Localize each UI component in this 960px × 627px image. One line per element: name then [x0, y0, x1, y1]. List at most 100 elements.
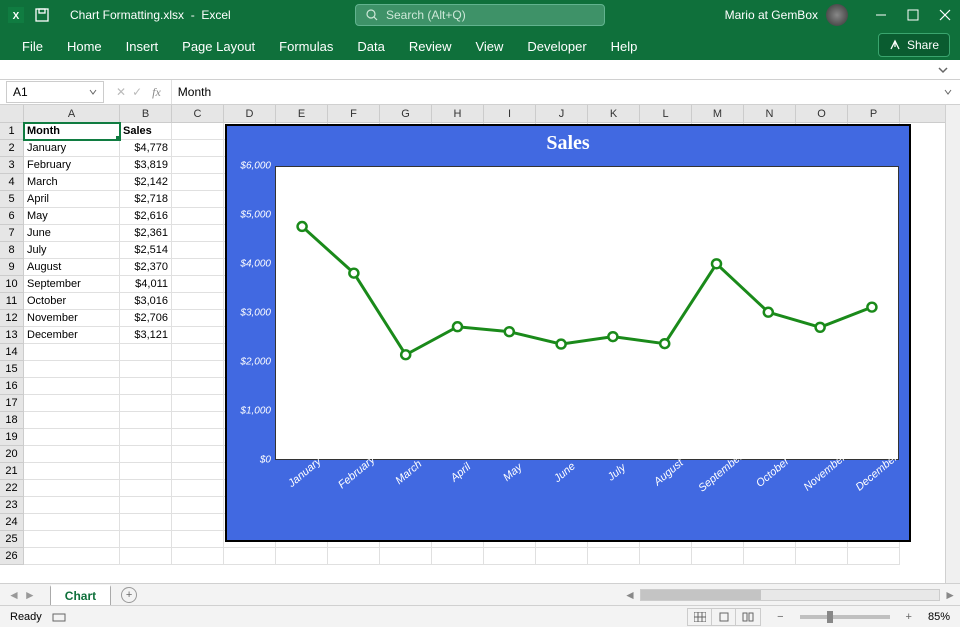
cell[interactable]	[172, 225, 224, 242]
scroll-right-icon[interactable]: ►	[940, 588, 960, 602]
tab-page-layout[interactable]: Page Layout	[170, 33, 267, 60]
row-header[interactable]: 21	[0, 463, 24, 480]
view-normal-button[interactable]	[688, 609, 712, 625]
col-header-L[interactable]: L	[640, 105, 692, 122]
cell[interactable]	[120, 497, 172, 514]
chevron-down-icon[interactable]	[89, 88, 97, 96]
tab-help[interactable]: Help	[599, 33, 650, 60]
row-header[interactable]: 8	[0, 242, 24, 259]
col-header-G[interactable]: G	[380, 105, 432, 122]
col-header-C[interactable]: C	[172, 105, 224, 122]
chevron-down-icon[interactable]	[938, 65, 948, 75]
col-header-J[interactable]: J	[536, 105, 588, 122]
cell[interactable]	[692, 548, 744, 565]
user-name[interactable]: Mario at GemBox	[725, 8, 818, 22]
cell[interactable]	[24, 446, 120, 463]
cell[interactable]: $2,514	[120, 242, 172, 259]
cell[interactable]: September	[24, 276, 120, 293]
zoom-out-button[interactable]: −	[771, 611, 789, 623]
col-header-D[interactable]: D	[224, 105, 276, 122]
horizontal-scrollbar[interactable]: ◄ ►	[620, 588, 960, 602]
col-header-I[interactable]: I	[484, 105, 536, 122]
cell[interactable]	[172, 463, 224, 480]
search-box[interactable]: Search (Alt+Q)	[355, 4, 605, 26]
cell[interactable]	[744, 548, 796, 565]
row-header[interactable]: 15	[0, 361, 24, 378]
cell[interactable]	[172, 276, 224, 293]
cell[interactable]	[172, 310, 224, 327]
spreadsheet-grid[interactable]: ABCDEFGHIJKLMNOP 1MonthSales2January$4,7…	[0, 105, 945, 583]
cell[interactable]	[172, 140, 224, 157]
cell[interactable]	[24, 480, 120, 497]
cell[interactable]	[120, 514, 172, 531]
zoom-in-button[interactable]: +	[900, 611, 918, 623]
cell[interactable]: February	[24, 157, 120, 174]
row-header[interactable]: 22	[0, 480, 24, 497]
tab-insert[interactable]: Insert	[114, 33, 171, 60]
tab-review[interactable]: Review	[397, 33, 464, 60]
cell[interactable]	[172, 361, 224, 378]
cell[interactable]	[24, 429, 120, 446]
row-header[interactable]: 11	[0, 293, 24, 310]
col-header-A[interactable]: A	[24, 105, 120, 122]
row-header[interactable]: 16	[0, 378, 24, 395]
cell[interactable]: $3,121	[120, 327, 172, 344]
cell[interactable]	[536, 548, 588, 565]
cell[interactable]: Month	[24, 123, 120, 140]
cell[interactable]	[172, 191, 224, 208]
row-header[interactable]: 5	[0, 191, 24, 208]
sheet-nav-next-icon[interactable]: ►	[24, 588, 36, 602]
close-button[interactable]	[938, 8, 952, 22]
tab-developer[interactable]: Developer	[515, 33, 598, 60]
cell[interactable]	[172, 174, 224, 191]
cell[interactable]: June	[24, 225, 120, 242]
row-header[interactable]: 7	[0, 225, 24, 242]
row-header[interactable]: 20	[0, 446, 24, 463]
cell[interactable]: October	[24, 293, 120, 310]
cell[interactable]	[432, 548, 484, 565]
cell[interactable]	[24, 497, 120, 514]
name-box[interactable]: A1	[6, 81, 104, 103]
col-header-P[interactable]: P	[848, 105, 900, 122]
tab-view[interactable]: View	[463, 33, 515, 60]
scroll-left-icon[interactable]: ◄	[620, 588, 640, 602]
cell[interactable]: $2,706	[120, 310, 172, 327]
cell[interactable]	[24, 344, 120, 361]
cell[interactable]: Sales	[120, 123, 172, 140]
zoom-slider[interactable]	[800, 615, 890, 619]
row-header[interactable]: 3	[0, 157, 24, 174]
row-header[interactable]: 12	[0, 310, 24, 327]
cell[interactable]	[24, 548, 120, 565]
sheet-nav-prev-icon[interactable]: ◄	[8, 588, 20, 602]
row-header[interactable]: 19	[0, 429, 24, 446]
row-header[interactable]: 4	[0, 174, 24, 191]
select-all-corner[interactable]	[0, 105, 24, 122]
chart-plot-area[interactable]	[275, 166, 899, 460]
cell[interactable]	[24, 463, 120, 480]
row-header[interactable]: 13	[0, 327, 24, 344]
cell[interactable]	[24, 361, 120, 378]
cell[interactable]: August	[24, 259, 120, 276]
avatar[interactable]	[826, 4, 848, 26]
chart-object[interactable]: Sales $0$1,000$2,000$3,000$4,000$5,000$6…	[225, 124, 911, 542]
cell[interactable]	[120, 446, 172, 463]
minimize-button[interactable]	[874, 8, 888, 22]
cell[interactable]	[120, 429, 172, 446]
cell[interactable]	[120, 480, 172, 497]
chart-title[interactable]: Sales	[227, 126, 909, 159]
zoom-level[interactable]: 85%	[928, 611, 950, 623]
cell[interactable]	[172, 242, 224, 259]
row-header[interactable]: 14	[0, 344, 24, 361]
row-header[interactable]: 17	[0, 395, 24, 412]
cell[interactable]: $3,016	[120, 293, 172, 310]
row-header[interactable]: 23	[0, 497, 24, 514]
cell[interactable]	[120, 463, 172, 480]
row-header[interactable]: 25	[0, 531, 24, 548]
cell[interactable]: January	[24, 140, 120, 157]
cell[interactable]	[172, 497, 224, 514]
sheet-tab-chart[interactable]: Chart	[50, 585, 111, 605]
cell[interactable]	[120, 531, 172, 548]
vertical-scrollbar[interactable]	[945, 105, 960, 583]
cell[interactable]	[328, 548, 380, 565]
view-page-break-button[interactable]	[736, 609, 760, 625]
